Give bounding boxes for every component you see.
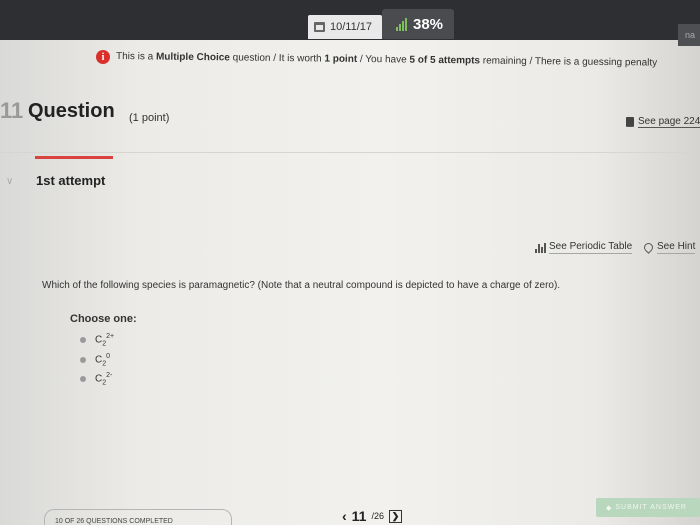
submit-answer-button[interactable]: ◆ SUBMIT ANSWER — [596, 498, 700, 517]
question-navigator: ‹ 11/26 ❯ — [342, 508, 402, 524]
submit-icon: ◆ — [606, 504, 613, 512]
current-question: 11 — [351, 508, 367, 524]
see-page-label: See page 224 — [638, 116, 700, 128]
submit-label: SUBMIT ANSWER — [615, 504, 687, 511]
option-c2-2plus[interactable]: C22+ — [80, 333, 114, 347]
date-display: 10/11/17 — [308, 15, 382, 39]
option-c2-0[interactable]: C20 — [80, 353, 110, 367]
question-points: (1 point) — [129, 112, 170, 124]
total-questions: /26 — [371, 511, 384, 521]
radio-button[interactable] — [80, 357, 86, 364]
questions-completed-progress[interactable]: 10 OF 26 QUESTIONS COMPLETED — [44, 509, 232, 525]
question-prompt: Which of the following species is parama… — [42, 280, 561, 291]
periodic-table-label: See Periodic Table — [549, 241, 633, 254]
calendar-icon — [314, 22, 325, 32]
book-icon — [626, 117, 634, 127]
attempt-label: 1st attempt — [36, 173, 106, 188]
progress-percent: 38% — [413, 15, 444, 33]
question-info-bar: i This is a Multiple Choice question / I… — [0, 46, 700, 74]
hint-pin-icon — [642, 241, 655, 254]
bar-chart-icon — [396, 17, 407, 31]
radio-button[interactable] — [80, 376, 86, 383]
option-label: C22- — [95, 372, 113, 387]
option-label: C20 — [95, 353, 111, 368]
question-number: 11 — [0, 98, 24, 123]
question-title: Question — [28, 100, 115, 122]
chevron-right-icon[interactable]: ❯ — [389, 509, 402, 523]
hint-label: See Hint — [657, 241, 696, 254]
periodic-table-icon — [535, 242, 546, 253]
date-text: 10/11/17 — [330, 21, 373, 33]
hint-link[interactable]: See Hint — [642, 241, 696, 254]
divider — [0, 152, 700, 153]
progress-display: 38% — [382, 9, 454, 39]
top-bar: 10/11/17 38% na — [0, 0, 700, 46]
option-label: C22+ — [95, 333, 115, 348]
chevron-left-icon[interactable]: ‹ — [342, 508, 347, 524]
choose-one-label: Choose one: — [70, 313, 137, 325]
attempt-tab-indicator — [35, 156, 113, 159]
chevron-down-icon[interactable]: ∨ — [6, 176, 13, 187]
question-info-text: This is a Multiple Choice question / It … — [115, 51, 658, 69]
corner-button[interactable]: na — [678, 24, 700, 46]
corner-text: na — [685, 30, 696, 40]
questions-completed-text: 10 OF 26 QUESTIONS COMPLETED — [55, 518, 173, 525]
see-page-link[interactable]: See page 224 — [626, 116, 700, 128]
periodic-table-link[interactable]: See Periodic Table — [535, 241, 633, 254]
radio-button[interactable] — [80, 337, 86, 344]
option-c2-2minus[interactable]: C22- — [80, 372, 112, 386]
info-icon: i — [96, 50, 110, 64]
